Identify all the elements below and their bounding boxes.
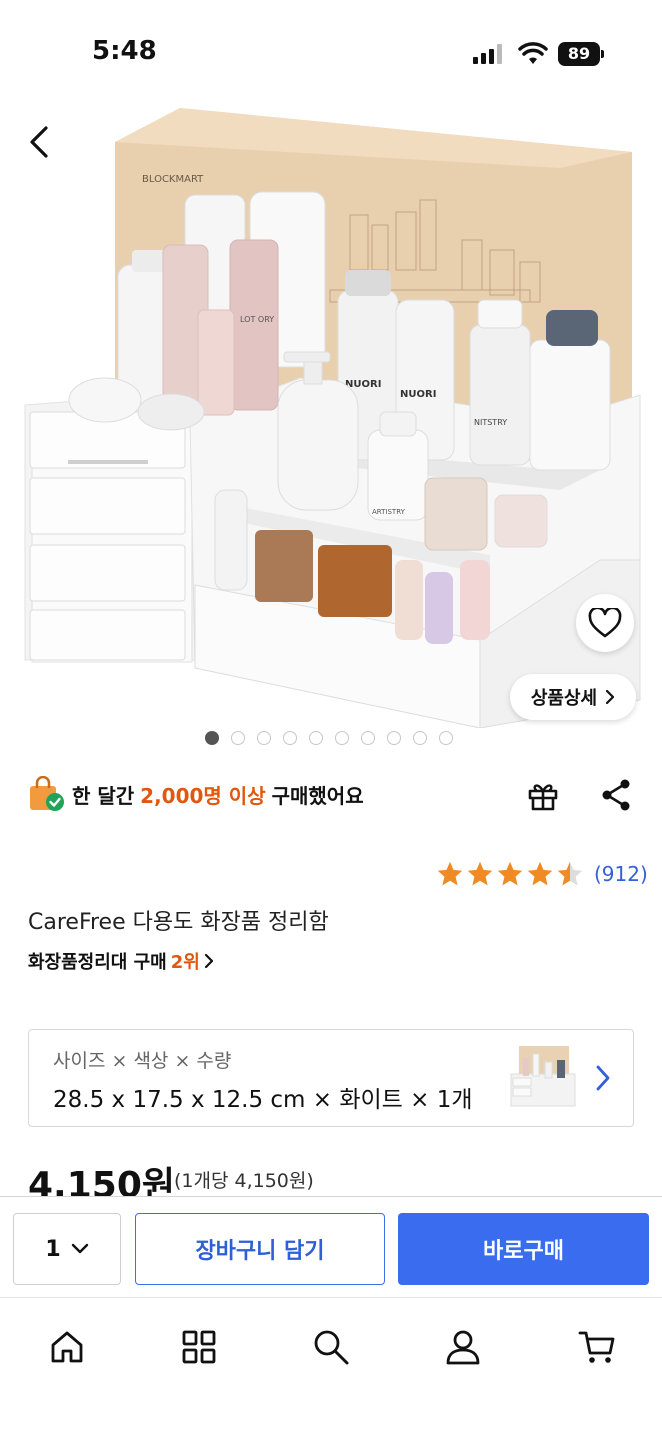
chevron-down-icon xyxy=(71,1243,88,1254)
review-count[interactable]: (912) xyxy=(594,862,648,886)
image-pagination[interactable] xyxy=(205,731,453,745)
cart-icon xyxy=(578,1331,615,1363)
product-image[interactable]: BLOCKMART LOT ORY NUORI NUORI NITSTRY AR… xyxy=(0,96,662,728)
box-brand-text: BLOCKMART xyxy=(142,174,204,185)
nav-search[interactable] xyxy=(306,1322,356,1372)
nav-category[interactable] xyxy=(174,1322,224,1372)
pagination-dot[interactable] xyxy=(309,731,323,745)
pagination-dot[interactable] xyxy=(439,731,453,745)
rank-category: 화장품정리대 구매 xyxy=(28,952,167,973)
option-value: 28.5 x 17.5 x 12.5 cm × 화이트 × 1개 xyxy=(53,1087,473,1113)
category-icon xyxy=(182,1330,216,1364)
bottle-label: ARTISTRY xyxy=(372,508,406,516)
pagination-dot[interactable] xyxy=(335,731,349,745)
search-icon xyxy=(314,1330,349,1365)
stat-suffix: 구매했어요 xyxy=(271,783,364,808)
back-arrow-icon[interactable] xyxy=(24,122,56,162)
add-to-cart-button[interactable]: 장바구니 담기 xyxy=(135,1213,385,1285)
wifi-icon xyxy=(518,42,548,64)
pagination-dot[interactable] xyxy=(387,731,401,745)
star-rating xyxy=(436,860,584,888)
cellular-signal-icon xyxy=(473,44,502,64)
nav-home[interactable] xyxy=(42,1322,92,1372)
category-rank[interactable]: 화장품정리대 구매 2위 xyxy=(28,948,214,974)
pagination-dot[interactable] xyxy=(283,731,297,745)
pagination-dot[interactable] xyxy=(205,731,219,745)
bottle-label: LOT ORY xyxy=(240,315,274,324)
option-thumbnail xyxy=(510,1046,576,1107)
option-selector[interactable]: 사이즈 × 색상 × 수량 28.5 x 17.5 x 12.5 cm × 화이… xyxy=(28,1029,634,1127)
pagination-dot[interactable] xyxy=(231,731,245,745)
product-title: CareFree 다용도 화장품 정리함 xyxy=(28,910,329,935)
pagination-dot[interactable] xyxy=(413,731,427,745)
action-bar: 1 장바구니 담기 바로구매 xyxy=(0,1196,662,1298)
product-detail-label: 상품상세 xyxy=(530,688,598,709)
star-icon xyxy=(557,861,583,886)
star-icon xyxy=(467,861,493,886)
purchase-stat: 한 달간 2,000명 이상 구매했어요 xyxy=(28,776,364,812)
chevron-right-icon xyxy=(204,953,213,969)
rating[interactable]: (912) xyxy=(436,860,648,888)
gift-icon[interactable] xyxy=(526,778,560,812)
wishlist-button[interactable] xyxy=(576,594,634,652)
bottom-navigation xyxy=(0,1300,662,1440)
nav-cart[interactable] xyxy=(572,1322,622,1372)
pagination-dot[interactable] xyxy=(257,731,271,745)
status-time: 5:48 xyxy=(92,36,157,66)
star-icon xyxy=(497,861,523,886)
battery-indicator: 89 xyxy=(558,42,600,66)
stat-prefix: 한 달간 xyxy=(72,783,135,808)
star-icon xyxy=(437,861,463,886)
buy-now-button[interactable]: 바로구매 xyxy=(398,1213,649,1285)
bottle-label: NUORI xyxy=(400,389,436,400)
stat-highlight: 2,000명 이상 xyxy=(140,783,266,808)
nav-my[interactable] xyxy=(438,1322,488,1372)
battery-cap xyxy=(601,50,604,58)
quantity-value: 1 xyxy=(45,1236,61,1262)
option-label: 사이즈 × 색상 × 수량 xyxy=(53,1050,232,1072)
rank-position: 2위 xyxy=(170,952,200,973)
pagination-dot[interactable] xyxy=(361,731,375,745)
product-detail-button[interactable]: 상품상세 xyxy=(510,674,636,720)
unit-price: (1개당 4,150원) xyxy=(174,1170,314,1192)
chevron-right-icon xyxy=(606,689,615,705)
bottle-label: NITSTRY xyxy=(474,418,507,427)
user-icon xyxy=(446,1330,480,1365)
heart-icon xyxy=(588,608,622,638)
share-icon[interactable] xyxy=(600,778,632,812)
home-icon xyxy=(51,1331,83,1363)
chevron-right-icon xyxy=(596,1065,610,1091)
star-icon xyxy=(527,861,553,886)
shopping-bag-check-icon xyxy=(30,776,64,811)
quantity-select[interactable]: 1 xyxy=(13,1213,121,1285)
